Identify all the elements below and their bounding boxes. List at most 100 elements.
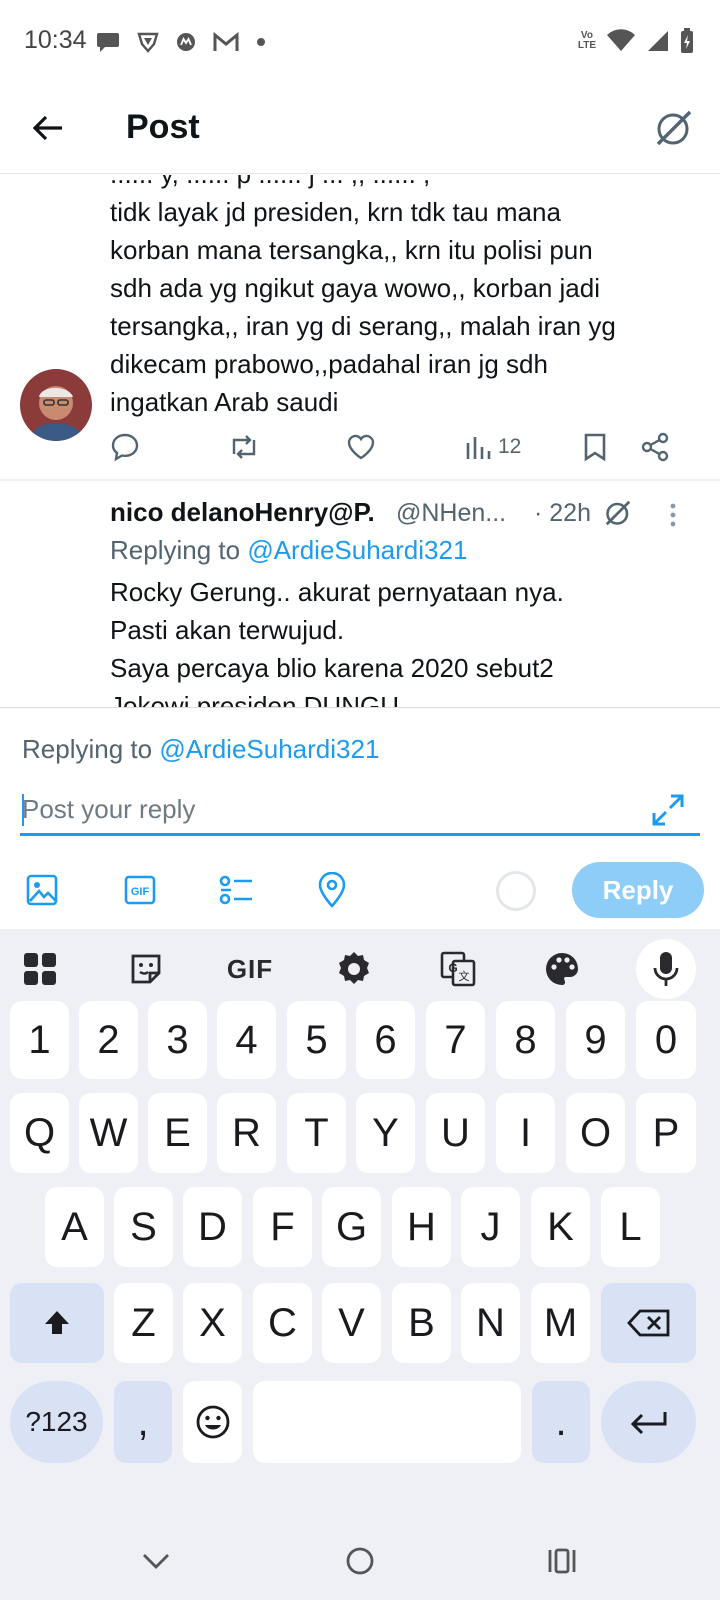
svg-text:G: G xyxy=(448,961,457,975)
key-q[interactable]: Q xyxy=(10,1093,69,1173)
key-0[interactable]: 0 xyxy=(636,1001,696,1079)
period-key[interactable]: . xyxy=(532,1381,590,1463)
more-options-icon[interactable] xyxy=(658,497,688,533)
key-g[interactable]: G xyxy=(322,1187,381,1267)
keyboard-toolbar: GIF G文 xyxy=(0,929,720,1009)
key-w[interactable]: W xyxy=(79,1093,138,1173)
key-5[interactable]: 5 xyxy=(287,1001,346,1079)
key-d[interactable]: D xyxy=(183,1187,242,1267)
key-e[interactable]: E xyxy=(148,1093,207,1173)
key-c[interactable]: C xyxy=(253,1283,312,1363)
share-action[interactable] xyxy=(640,427,670,467)
key-m[interactable]: M xyxy=(531,1283,590,1363)
svg-text:GIF: GIF xyxy=(131,886,150,898)
key-b[interactable]: B xyxy=(392,1283,451,1363)
palette-icon[interactable] xyxy=(532,939,592,999)
key-h[interactable]: H xyxy=(392,1187,451,1267)
key-i[interactable]: I xyxy=(496,1093,555,1173)
key-u[interactable]: U xyxy=(426,1093,485,1173)
key-o[interactable]: O xyxy=(566,1093,625,1173)
repost-action[interactable] xyxy=(228,427,260,467)
backspace-key[interactable] xyxy=(601,1283,696,1363)
key-z[interactable]: Z xyxy=(114,1283,173,1363)
back-button[interactable] xyxy=(26,106,70,150)
location-button[interactable] xyxy=(312,870,352,910)
back-arrow-icon xyxy=(32,115,62,141)
sticker-icon[interactable] xyxy=(116,939,176,999)
emoji-key[interactable] xyxy=(183,1381,242,1463)
composer-toolbar: GIF Reply xyxy=(0,858,720,922)
replying-to-link[interactable]: @ArdieSuhardi321 xyxy=(247,535,467,565)
comment-icon xyxy=(111,433,139,462)
key-7[interactable]: 7 xyxy=(426,1001,485,1079)
views-action[interactable]: 12 xyxy=(464,427,521,467)
key-8[interactable]: 8 xyxy=(496,1001,555,1079)
key-x[interactable]: X xyxy=(183,1283,242,1363)
reply-button[interactable]: Reply xyxy=(572,862,704,918)
bookmark-action[interactable] xyxy=(582,427,608,467)
key-2[interactable]: 2 xyxy=(79,1001,138,1079)
translate-icon[interactable]: G文 xyxy=(428,939,488,999)
dot-icon xyxy=(256,37,266,47)
key-t[interactable]: T xyxy=(287,1093,346,1173)
on-screen-keyboard: GIF G文 1 2 3 4 5 6 7 8 9 0 Q W E R T Y U… xyxy=(0,929,720,1523)
wifi-icon xyxy=(606,29,636,53)
composer-replying-to-link[interactable]: @ArdieSuhardi321 xyxy=(159,734,379,764)
image-icon xyxy=(26,874,58,906)
key-l[interactable]: L xyxy=(601,1187,660,1267)
hide-keyboard-button[interactable] xyxy=(134,1539,178,1583)
grok-icon[interactable] xyxy=(600,495,636,531)
poll-icon xyxy=(219,875,252,905)
media-button[interactable] xyxy=(22,870,62,910)
mic-icon[interactable] xyxy=(636,939,696,999)
avatar[interactable] xyxy=(20,369,92,441)
shift-icon xyxy=(45,1311,69,1334)
key-p[interactable]: P xyxy=(636,1093,696,1173)
tweet-divider xyxy=(0,479,720,481)
key-y[interactable]: Y xyxy=(356,1093,415,1173)
recents-button[interactable] xyxy=(540,1539,584,1583)
reply-input[interactable] xyxy=(20,786,700,836)
shift-key[interactable] xyxy=(10,1283,104,1363)
reply-action[interactable] xyxy=(110,427,140,467)
gif-icon[interactable]: GIF xyxy=(220,939,280,999)
vpn-shield-icon xyxy=(136,30,160,54)
key-a[interactable]: A xyxy=(45,1187,104,1267)
key-9[interactable]: 9 xyxy=(566,1001,625,1079)
location-pin-icon xyxy=(318,872,346,908)
key-n[interactable]: N xyxy=(461,1283,520,1363)
author-handle[interactable]: @NHen... xyxy=(396,499,506,528)
settings-icon[interactable] xyxy=(324,939,384,999)
enter-key[interactable] xyxy=(601,1381,696,1463)
home-circle-icon xyxy=(346,1547,374,1575)
space-key[interactable] xyxy=(253,1381,521,1463)
key-3[interactable]: 3 xyxy=(148,1001,207,1079)
gif-button[interactable]: GIF xyxy=(120,870,160,910)
key-1[interactable]: 1 xyxy=(10,1001,69,1079)
key-6[interactable]: 6 xyxy=(356,1001,415,1079)
tweet-header: nico delanoHenry@P. @NHen... · 22h xyxy=(110,497,710,533)
symbols-key[interactable]: ?123 xyxy=(10,1381,103,1463)
enter-arrow-icon xyxy=(630,1412,666,1435)
cell-signal-icon xyxy=(646,29,670,53)
key-r[interactable]: R xyxy=(217,1093,276,1173)
key-v[interactable]: V xyxy=(322,1283,381,1363)
bookmark-icon xyxy=(584,433,606,462)
comma-key[interactable]: , xyxy=(114,1381,172,1463)
apps-grid-icon[interactable] xyxy=(10,939,70,999)
chat-icon xyxy=(96,31,120,53)
reply-composer: Replying to @ArdieSuhardi321 GIF Reply xyxy=(0,707,720,929)
key-j[interactable]: J xyxy=(461,1187,520,1267)
key-f[interactable]: F xyxy=(253,1187,312,1267)
conversation-feed[interactable]: ...... y, ...... p ...... j ... ,, .....… xyxy=(0,175,720,707)
home-button[interactable] xyxy=(338,1539,382,1583)
author-name[interactable]: nico delanoHenry@P. xyxy=(110,497,375,528)
grok-button[interactable] xyxy=(650,104,698,152)
key-4[interactable]: 4 xyxy=(217,1001,276,1079)
system-nav-bar xyxy=(0,1523,720,1600)
key-s[interactable]: S xyxy=(114,1187,173,1267)
expand-composer-button[interactable] xyxy=(650,792,686,828)
like-action[interactable] xyxy=(346,427,376,467)
key-k[interactable]: K xyxy=(531,1187,590,1267)
poll-button[interactable] xyxy=(216,870,256,910)
